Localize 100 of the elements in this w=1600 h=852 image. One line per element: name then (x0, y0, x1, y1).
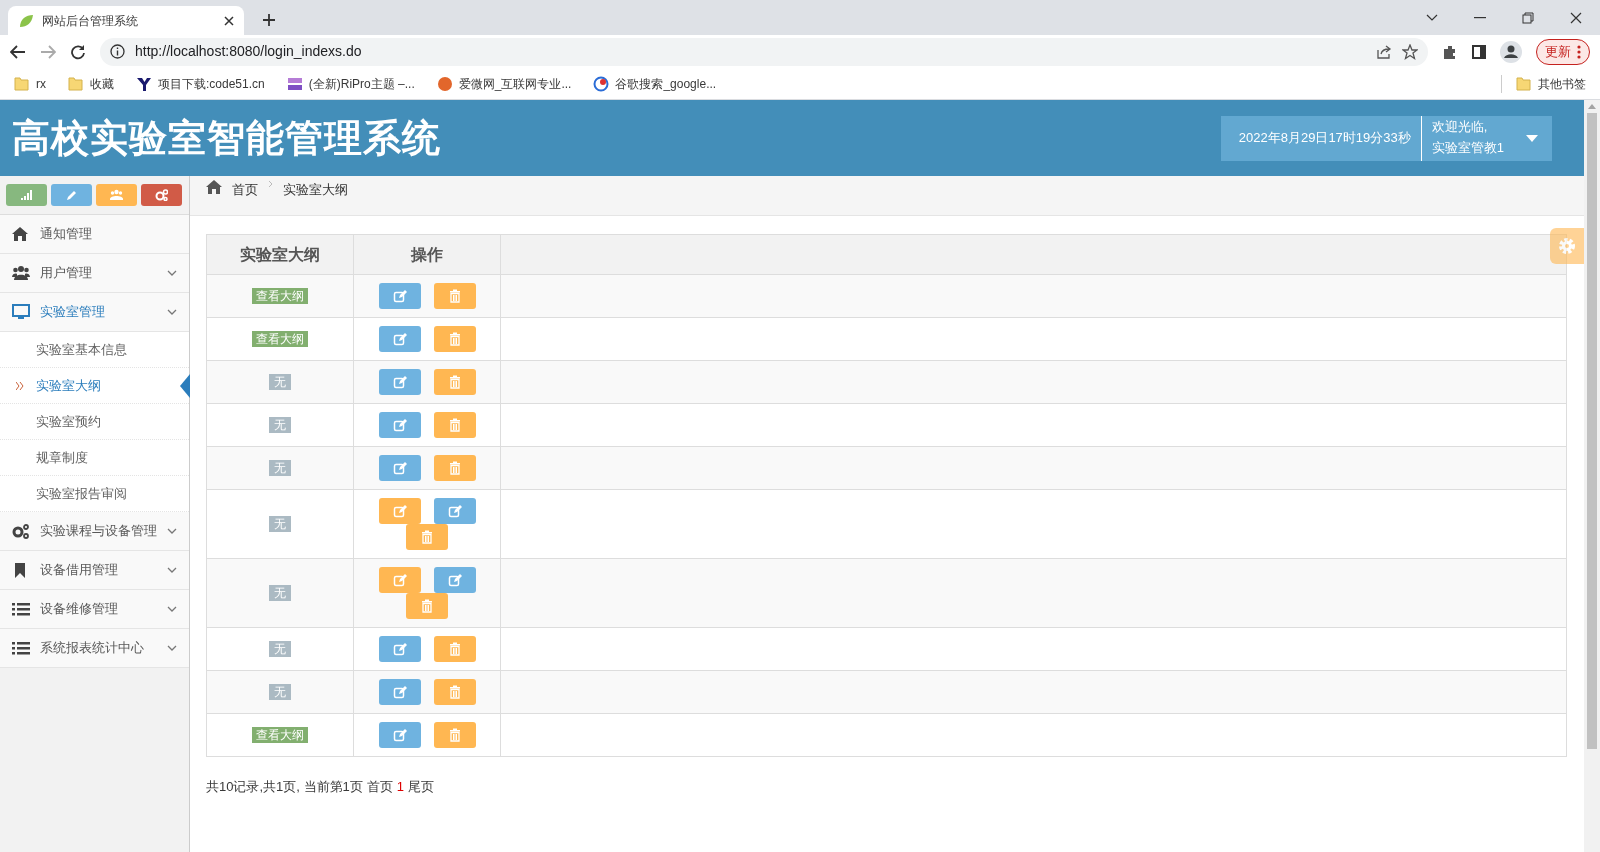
edit-icon (392, 332, 407, 346)
breadcrumb-link[interactable]: 实验室大纲 (283, 180, 348, 200)
bookmark-icon (136, 75, 152, 92)
chevron-down-icon (167, 567, 177, 573)
list-icon (12, 640, 30, 656)
side-panel-icon[interactable] (1472, 44, 1486, 59)
close-icon[interactable] (224, 15, 234, 26)
trash-icon (420, 530, 434, 544)
sidebar-item[interactable]: 用户管理 (0, 254, 189, 293)
status-tag: 无 (269, 585, 291, 602)
shortcut-button[interactable] (141, 184, 182, 206)
shortcut-button[interactable] (6, 184, 47, 206)
delete-button[interactable] (433, 283, 476, 309)
chevron-down-icon (167, 528, 177, 534)
scrollbar-thumb[interactable] (1587, 113, 1597, 749)
status-tag: 无 (269, 684, 291, 701)
minimize-icon[interactable] (1474, 16, 1486, 19)
sidebar-item[interactable]: 系统报表统计中心 (0, 629, 189, 668)
delete-button[interactable] (433, 326, 476, 352)
edit-icon (392, 642, 407, 656)
edit-button[interactable] (433, 567, 476, 593)
edit-icon (447, 504, 462, 518)
shortcut-button[interactable] (51, 184, 92, 206)
trash-icon (447, 728, 462, 742)
edit-button[interactable] (378, 283, 421, 309)
edit-button[interactable] (378, 412, 421, 438)
forward-icon[interactable] (40, 44, 56, 59)
trash-icon (447, 642, 462, 656)
sidebar-item[interactable]: 设备借用管理 (0, 551, 189, 590)
shortcut-button[interactable] (96, 184, 137, 206)
bookmark-icon (593, 75, 610, 92)
welcome-text: 欢迎光临, (1431, 118, 1489, 137)
delete-button[interactable] (406, 524, 448, 550)
chevron-down-icon (167, 309, 177, 315)
bookmark[interactable]: 谷歌搜索_google... (593, 74, 717, 93)
bookmark[interactable]: rx (14, 74, 46, 93)
bookmark-icon (436, 75, 453, 92)
restore-icon[interactable] (1522, 11, 1534, 24)
edit-button[interactable] (378, 326, 421, 352)
edit-button[interactable] (378, 636, 421, 662)
bookmark[interactable]: 项目下载:code51.cn (136, 74, 265, 93)
submenu-item[interactable]: 实验室报告审阅 (0, 476, 189, 512)
star-icon[interactable] (1402, 43, 1418, 60)
edit-button[interactable] (378, 455, 421, 481)
delete-button[interactable] (433, 412, 476, 438)
pagination-summary: 共10记录,共1页, 当前第1页 (206, 778, 363, 796)
bookmark[interactable]: 收藏 (68, 74, 114, 93)
sidebar-item[interactable]: 通知管理 (0, 215, 189, 254)
update-button[interactable]: 更新 (1536, 38, 1590, 65)
profile-icon[interactable] (1500, 40, 1522, 63)
edit-icon (392, 573, 407, 587)
pencil-icon (65, 189, 78, 201)
column-header: 实验室大纲 (206, 234, 354, 275)
share-icon[interactable] (1376, 43, 1392, 60)
status-tag: 无 (269, 641, 291, 658)
breadcrumb-link[interactable]: 首页 (232, 180, 258, 200)
chevron-right-icon (268, 180, 273, 188)
column-header: 操作 (353, 234, 501, 275)
sidebar-item[interactable]: 实验室管理 (0, 293, 189, 332)
trash-icon (447, 375, 462, 389)
edit-button[interactable] (378, 369, 421, 395)
bookmark[interactable]: 其他书签 (1501, 74, 1586, 93)
edit-button[interactable] (378, 722, 421, 748)
edit-icon (392, 461, 407, 475)
delete-button[interactable] (433, 369, 476, 395)
sidebar-item[interactable]: 设备维修管理 (0, 590, 189, 629)
delete-button[interactable] (433, 455, 476, 481)
edit-button[interactable] (378, 567, 421, 593)
edit-button[interactable] (378, 498, 421, 524)
folder-icon (68, 75, 84, 92)
chevron-down-icon (167, 270, 177, 276)
delete-button[interactable] (406, 593, 448, 619)
browser-tab[interactable]: 网站后台管理系统 (8, 6, 244, 35)
reload-icon[interactable] (70, 43, 86, 60)
sidebar-item[interactable]: 实验课程与设备管理 (0, 512, 189, 551)
list-icon (12, 601, 30, 617)
status-tag: 无 (269, 417, 291, 434)
info-icon (110, 44, 125, 59)
submenu-item[interactable]: 实验室预约 (0, 404, 189, 440)
submenu-item[interactable]: 实验室基本信息 (0, 332, 189, 368)
close-icon[interactable] (1570, 11, 1582, 24)
page-link[interactable]: 1 (396, 777, 404, 797)
edit-button[interactable] (378, 679, 421, 705)
submenu-item[interactable]: 实验室大纲 (0, 368, 189, 404)
delete-button[interactable] (433, 679, 476, 705)
back-icon[interactable] (10, 44, 26, 59)
new-tab-icon[interactable] (262, 13, 276, 27)
scroll-up-icon[interactable] (1588, 104, 1596, 109)
last-page-link[interactable]: 尾页 (408, 777, 434, 797)
address-bar[interactable]: http://localhost:8080/login_indexs.do (100, 37, 1428, 66)
puzzle-icon[interactable] (1442, 43, 1458, 60)
first-page-link[interactable]: 首页 (366, 777, 393, 797)
url-text: http://localhost:8080/login_indexs.do (135, 42, 363, 61)
delete-button[interactable] (433, 636, 476, 662)
delete-button[interactable] (433, 722, 476, 748)
bookmark[interactable]: 爱微网_互联网专业... (436, 74, 572, 93)
edit-button[interactable] (433, 498, 476, 524)
chevron-down-icon[interactable] (1426, 13, 1438, 22)
bookmark[interactable]: (全新)RiPro主题 –... (286, 74, 415, 93)
submenu-item[interactable]: 规章制度 (0, 440, 189, 476)
